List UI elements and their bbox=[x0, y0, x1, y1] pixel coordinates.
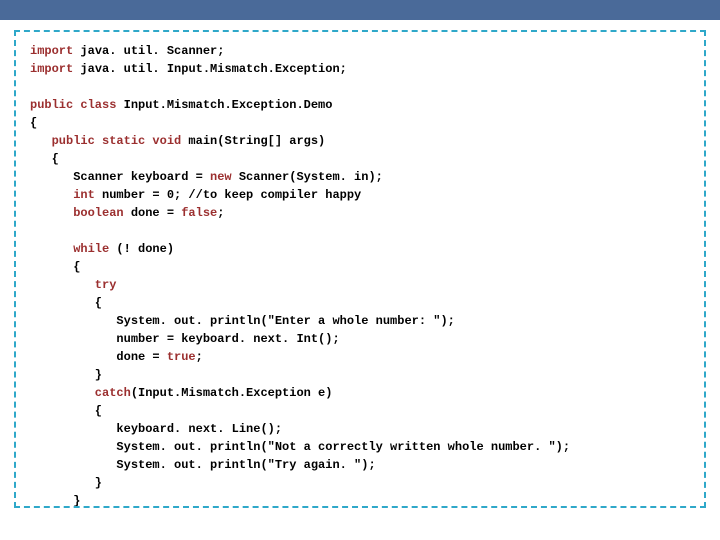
kw-catch: catch bbox=[30, 386, 131, 400]
code-text: } bbox=[30, 368, 102, 382]
kw-psv: public static void bbox=[30, 134, 181, 148]
code-text: } bbox=[30, 494, 80, 508]
code-text: number = keyboard. next. Int(); bbox=[30, 332, 340, 346]
kw-false: false bbox=[181, 206, 217, 220]
kw-import-2: import bbox=[30, 62, 73, 76]
code-text: { bbox=[30, 260, 80, 274]
code-block: import java. util. Scanner; import java.… bbox=[30, 42, 690, 508]
kw-while: while bbox=[30, 242, 109, 256]
kw-try: try bbox=[30, 278, 116, 292]
code-text: Scanner(System. in); bbox=[232, 170, 383, 184]
code-text: (! done) bbox=[109, 242, 174, 256]
code-text: java. util. Scanner; bbox=[73, 44, 224, 58]
code-frame: import java. util. Scanner; import java.… bbox=[14, 30, 706, 508]
kw-new: new bbox=[210, 170, 232, 184]
slide-accent-bar bbox=[0, 0, 720, 20]
kw-import-1: import bbox=[30, 44, 73, 58]
code-text: { bbox=[30, 296, 102, 310]
code-text: System. out. println("Not a correctly wr… bbox=[30, 440, 570, 454]
code-text: done = bbox=[124, 206, 182, 220]
kw-int: int bbox=[30, 188, 95, 202]
code-text: (Input.Mismatch.Exception e) bbox=[131, 386, 333, 400]
code-text: ; bbox=[196, 350, 203, 364]
kw-public-class: public class bbox=[30, 98, 116, 112]
code-text: number = 0; //to keep compiler happy bbox=[95, 188, 361, 202]
code-text: System. out. println("Enter a whole numb… bbox=[30, 314, 455, 328]
kw-boolean: boolean bbox=[30, 206, 124, 220]
code-text: } bbox=[30, 476, 102, 490]
code-text: Input.Mismatch.Exception.Demo bbox=[116, 98, 332, 112]
code-text: Scanner keyboard = bbox=[30, 170, 210, 184]
code-text: { bbox=[30, 152, 59, 166]
code-text: System. out. println("Try again. "); bbox=[30, 458, 376, 472]
code-text: ; bbox=[217, 206, 224, 220]
code-text: keyboard. next. Line(); bbox=[30, 422, 282, 436]
code-text: main(String[] args) bbox=[181, 134, 325, 148]
code-text: java. util. Input.Mismatch.Exception; bbox=[73, 62, 347, 76]
code-text: { bbox=[30, 116, 37, 130]
code-text: done = bbox=[30, 350, 167, 364]
code-text: { bbox=[30, 404, 102, 418]
kw-true: true bbox=[167, 350, 196, 364]
